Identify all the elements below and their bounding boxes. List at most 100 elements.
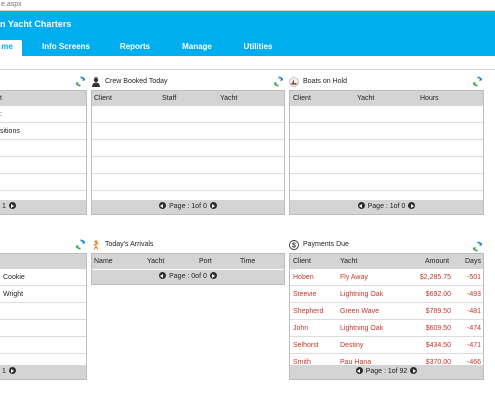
pager: 1 bbox=[0, 200, 86, 214]
table-row bbox=[92, 123, 284, 140]
table-row[interactable]: Wright bbox=[0, 286, 86, 303]
url-text: e.aspx bbox=[1, 1, 22, 8]
grid: Client Staff Yacht Page : 1of 0 bbox=[91, 90, 285, 215]
grid-header bbox=[0, 254, 86, 269]
table-row[interactable]: Shepherd Green Wave $789.50 -481 bbox=[290, 303, 483, 320]
column-header[interactable]: Client bbox=[293, 254, 311, 269]
grid-header: Name Yacht Port Time bbox=[92, 254, 284, 269]
refresh-icon[interactable] bbox=[273, 76, 284, 87]
svg-text:$: $ bbox=[292, 243, 296, 250]
grid-header: t bbox=[0, 91, 86, 106]
table-row[interactable] bbox=[0, 140, 86, 157]
table-row bbox=[92, 106, 284, 123]
pager: Page : 1of 92 bbox=[290, 365, 483, 379]
app-title: n Yacht Charters bbox=[0, 19, 72, 29]
table-row bbox=[290, 157, 483, 174]
table-row bbox=[290, 123, 483, 140]
table-row bbox=[290, 140, 483, 157]
crew-person-icon bbox=[92, 77, 100, 87]
panel-payments-due: $ Payments Due Client Yacht Amount Days … bbox=[289, 238, 484, 380]
tab-home[interactable]: me bbox=[0, 40, 22, 56]
table-row[interactable] bbox=[0, 157, 86, 174]
table-row[interactable]: Cookie bbox=[0, 269, 86, 286]
prev-page-button[interactable] bbox=[159, 272, 167, 279]
tab-manage[interactable]: Manage bbox=[176, 40, 218, 56]
column-header[interactable]: Name bbox=[94, 254, 113, 269]
grid: Cookie Wright 1 bbox=[0, 253, 87, 380]
column-header[interactable]: Staff bbox=[162, 91, 176, 106]
column-header[interactable]: Port bbox=[199, 254, 212, 269]
panel-title: Today's Arrivals bbox=[105, 241, 154, 248]
prev-page-button[interactable] bbox=[159, 202, 167, 209]
table-row[interactable]: Hoben Fly Away $2,285.75 -501 bbox=[290, 269, 483, 286]
pager-text: 1 bbox=[2, 368, 6, 375]
table-row bbox=[92, 140, 284, 157]
grid-header: Client Yacht Amount Days bbox=[290, 254, 483, 269]
pager-text: Page : 0of 0 bbox=[169, 273, 207, 280]
column-header[interactable]: Client bbox=[94, 91, 112, 106]
column-header[interactable]: Time bbox=[240, 254, 255, 269]
pager-text: Page : 1of 0 bbox=[169, 203, 207, 210]
pager-text: 1 bbox=[2, 203, 6, 210]
column-header[interactable]: Amount bbox=[425, 254, 449, 269]
table-row[interactable] bbox=[0, 337, 86, 354]
next-page-button[interactable] bbox=[8, 367, 16, 374]
grid: Client Yacht Hours Page : 1of 0 bbox=[289, 90, 484, 215]
next-page-button[interactable] bbox=[8, 202, 16, 209]
column-header[interactable]: Yacht bbox=[357, 91, 374, 106]
column-header[interactable]: Hours bbox=[420, 91, 439, 106]
grid: Client Yacht Amount Days Hoben Fly Away … bbox=[289, 253, 484, 380]
prev-page-button[interactable] bbox=[357, 202, 365, 209]
tab-info-screens[interactable]: Info Screens bbox=[36, 40, 96, 56]
grid-header: Client Yacht Hours bbox=[290, 91, 483, 106]
prev-page-button[interactable] bbox=[355, 367, 363, 374]
grid: Name Yacht Port Time Page : 0of 0 bbox=[91, 253, 285, 285]
table-row[interactable] bbox=[0, 303, 86, 320]
content-divider bbox=[0, 69, 495, 70]
panel-title: Payments Due bbox=[303, 241, 349, 248]
grid: t : sitions 1 bbox=[0, 90, 87, 215]
table-row[interactable]: sitions bbox=[0, 123, 86, 140]
table-row bbox=[290, 106, 483, 123]
column-header[interactable]: Yacht bbox=[147, 254, 164, 269]
next-page-button[interactable] bbox=[209, 202, 217, 209]
tab-utilities[interactable]: Utilities bbox=[236, 40, 280, 56]
address-bar[interactable]: e.aspx bbox=[0, 0, 495, 11]
column-header[interactable]: Client bbox=[293, 91, 311, 106]
table-row bbox=[290, 174, 483, 191]
next-page-button[interactable] bbox=[209, 272, 217, 279]
pager-text: Page : 1of 0 bbox=[367, 203, 406, 210]
panel-left-bottom: Cookie Wright 1 bbox=[0, 238, 87, 380]
main-nav: me Info Screens Reports Manage Utilities bbox=[0, 37, 495, 56]
table-row[interactable]: Selhorst Destiny $434.50 -471 bbox=[290, 337, 483, 354]
pager-text: Page : 1of 92 bbox=[365, 368, 408, 375]
pager: Page : 1of 0 bbox=[92, 200, 284, 214]
panel-todays-arrivals: Today's Arrivals Name Yacht Port Time Pa… bbox=[91, 238, 285, 286]
column-header[interactable]: Days bbox=[465, 254, 481, 269]
panel-crew-booked-today: Crew Booked Today Client Staff Yacht Pag… bbox=[91, 75, 285, 215]
boat-icon bbox=[289, 77, 299, 87]
grid-header: Client Staff Yacht bbox=[92, 91, 284, 106]
refresh-icon[interactable] bbox=[472, 241, 483, 252]
panel-title: Boats on Hold bbox=[303, 78, 347, 85]
dollar-coin-icon: $ bbox=[289, 240, 299, 250]
table-row bbox=[92, 174, 284, 191]
table-row[interactable] bbox=[0, 320, 86, 337]
column-header[interactable]: Yacht bbox=[340, 254, 357, 269]
refresh-icon[interactable] bbox=[75, 239, 86, 250]
refresh-icon[interactable] bbox=[75, 76, 86, 87]
panel-boats-on-hold: Boats on Hold Client Yacht Hours Page : … bbox=[289, 75, 484, 215]
table-row[interactable]: John Lightning Oak $609.50 -474 bbox=[290, 320, 483, 337]
table-row[interactable]: : bbox=[0, 106, 86, 123]
tab-reports[interactable]: Reports bbox=[112, 40, 158, 56]
column-header[interactable]: Yacht bbox=[220, 91, 237, 106]
next-page-button[interactable] bbox=[410, 367, 418, 374]
pager: Page : 0of 0 bbox=[92, 270, 284, 284]
next-page-button[interactable] bbox=[408, 202, 416, 209]
table-row[interactable]: Steevie Lightning Oak $692.00 -493 bbox=[290, 286, 483, 303]
pager: 1 bbox=[0, 365, 86, 379]
pager: Page : 1of 0 bbox=[290, 200, 483, 214]
app-header: n Yacht Charters bbox=[0, 11, 495, 37]
refresh-icon[interactable] bbox=[472, 76, 483, 87]
table-row[interactable] bbox=[0, 174, 86, 191]
